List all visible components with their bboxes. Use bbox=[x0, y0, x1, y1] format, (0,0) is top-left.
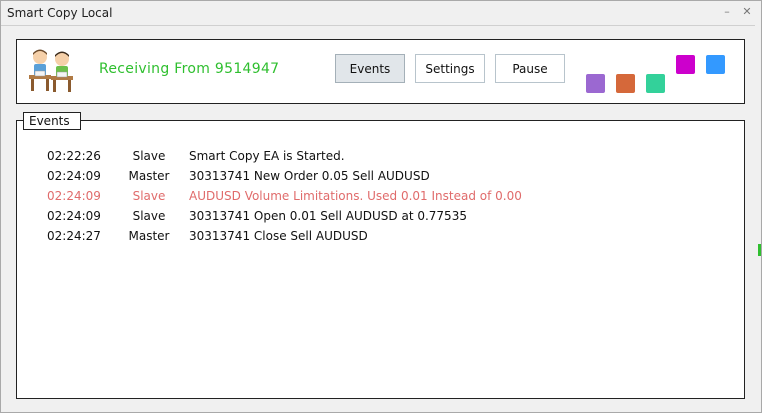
close-icon[interactable]: ✕ bbox=[740, 5, 754, 19]
header-panel: Receiving From 9514947 Events Settings P… bbox=[16, 39, 745, 104]
event-message: 30313741 Close Sell AUDUSD bbox=[189, 229, 368, 243]
events-legend: Events bbox=[23, 112, 81, 130]
event-time: 02:22:26 bbox=[47, 149, 101, 163]
event-row: 02:24:09 Master 30313741 New Order 0.05 … bbox=[17, 167, 744, 185]
settings-button[interactable]: Settings bbox=[415, 54, 485, 83]
event-message: Smart Copy EA is Started. bbox=[189, 149, 345, 163]
window-title: Smart Copy Local bbox=[7, 6, 113, 20]
event-row-error: 02:24:09 Slave AUDUSD Volume Limitations… bbox=[17, 187, 744, 205]
event-source: Slave bbox=[132, 209, 166, 223]
event-source: Master bbox=[128, 169, 170, 183]
events-button[interactable]: Events bbox=[335, 54, 405, 83]
title-bar[interactable]: Smart Copy Local – ✕ bbox=[1, 1, 761, 25]
color-swatch-orange[interactable] bbox=[616, 74, 635, 93]
event-message: 30313741 Open 0.01 Sell AUDUSD at 0.7753… bbox=[189, 209, 467, 223]
title-divider bbox=[1, 25, 755, 26]
edge-marker bbox=[758, 244, 761, 256]
events-log[interactable]: 02:22:26 Slave Smart Copy EA is Started.… bbox=[16, 120, 745, 399]
event-row: 02:24:27 Master 30313741 Close Sell AUDU… bbox=[17, 227, 744, 245]
event-time: 02:24:09 bbox=[47, 209, 101, 223]
color-swatch-blue[interactable] bbox=[706, 55, 725, 74]
event-source: Slave bbox=[132, 149, 166, 163]
receiving-status: Receiving From 9514947 bbox=[99, 61, 280, 77]
event-row: 02:24:09 Slave 30313741 Open 0.01 Sell A… bbox=[17, 207, 744, 225]
event-message: AUDUSD Volume Limitations. Used 0.01 Ins… bbox=[189, 189, 522, 203]
minimize-icon[interactable]: – bbox=[720, 5, 734, 19]
event-source: Master bbox=[128, 229, 170, 243]
color-swatch-teal[interactable] bbox=[646, 74, 665, 93]
event-time: 02:24:09 bbox=[47, 169, 101, 183]
event-row: 02:22:26 Slave Smart Copy EA is Started. bbox=[17, 147, 744, 165]
event-time: 02:24:09 bbox=[47, 189, 101, 203]
event-message: 30313741 New Order 0.05 Sell AUDUSD bbox=[189, 169, 430, 183]
logo-icon bbox=[29, 49, 73, 92]
color-swatch-magenta[interactable] bbox=[676, 55, 695, 74]
event-source: Slave bbox=[132, 189, 166, 203]
smart-copy-window: Smart Copy Local – ✕ Receiving From 9514… bbox=[0, 0, 762, 413]
pause-button[interactable]: Pause bbox=[495, 54, 565, 83]
color-swatch-purple[interactable] bbox=[586, 74, 605, 93]
event-time: 02:24:27 bbox=[47, 229, 101, 243]
